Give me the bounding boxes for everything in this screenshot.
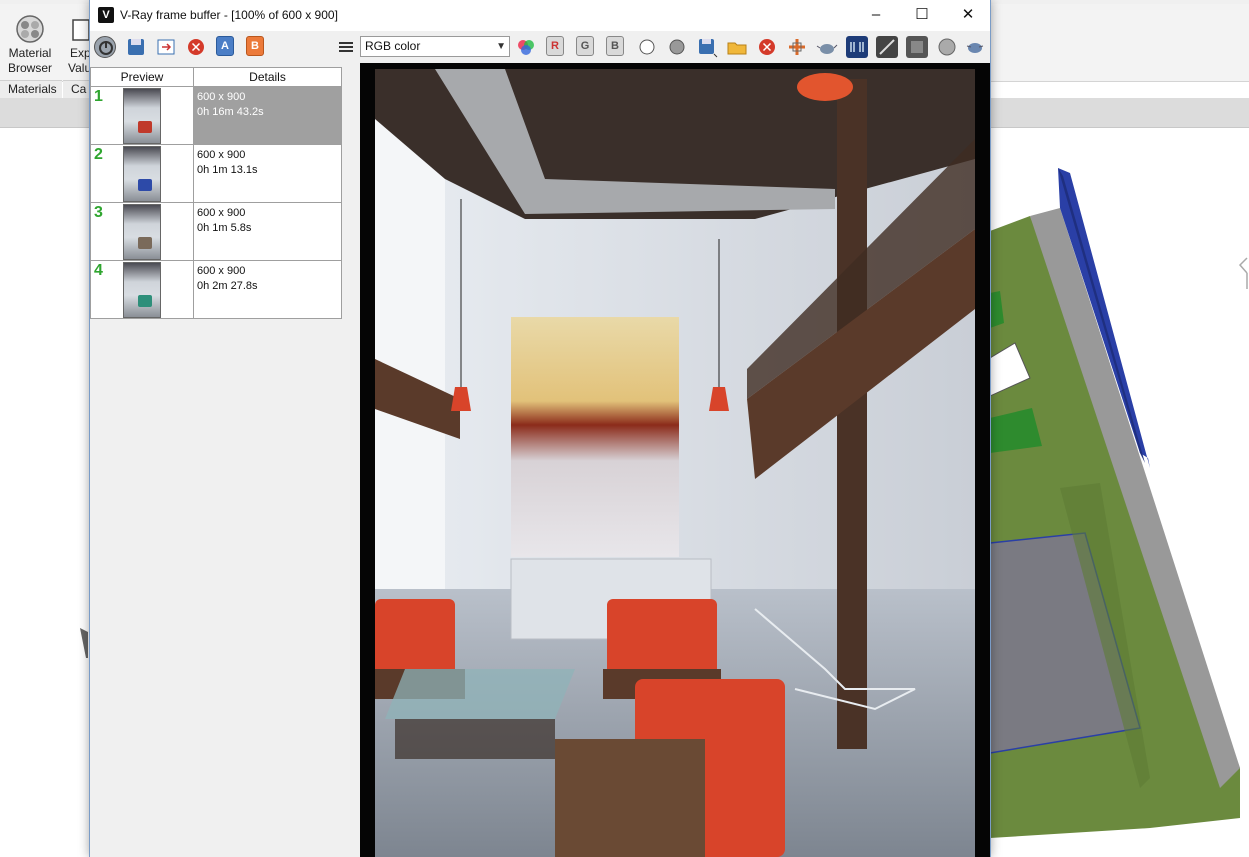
thumbnail-chair [138, 295, 152, 307]
minimize-button[interactable]: – [853, 0, 899, 31]
history-row[interactable]: 2 600 x 900 0h 1m 13.1s [91, 145, 341, 203]
maximize-button[interactable]: ☐ [899, 0, 945, 31]
ribbon-group-ca: Ca [63, 80, 90, 98]
lens-effects-icon[interactable] [846, 36, 868, 58]
compare-b-button[interactable]: B [246, 36, 264, 56]
alpha-white-icon[interactable] [636, 36, 658, 58]
green-channel-button[interactable]: G [576, 36, 594, 56]
material-browser-icon [15, 14, 45, 44]
rgb-channels-icon[interactable] [515, 36, 537, 58]
pendant-lamp-3 [797, 73, 853, 101]
region-render-icon[interactable] [786, 36, 808, 58]
vray-frame-buffer-window: V V-Ray frame buffer - [100% of 600 x 90… [89, 0, 991, 857]
render-view[interactable] [360, 63, 990, 857]
mono-icon[interactable] [666, 36, 688, 58]
vfb-toolbar: A B RGB color ▼ R G B [90, 31, 990, 63]
red-channel-button[interactable]: R [546, 36, 564, 56]
render-teapot-icon[interactable] [816, 36, 838, 58]
history-row-number: 4 [94, 262, 103, 279]
close-button[interactable]: ✕ [945, 0, 991, 31]
history-row[interactable]: 1 600 x 900 0h 16m 43.2s [91, 87, 341, 145]
history-details-cell[interactable]: 600 x 900 0h 16m 43.2s [194, 87, 341, 144]
preview-column-header: Preview [91, 68, 194, 86]
material-browser-label-1: Material [8, 46, 52, 60]
history-render-time: 0h 1m 13.1s [197, 164, 258, 176]
open-folder-icon[interactable] [726, 36, 748, 58]
thumbnail-chair [138, 179, 152, 191]
window-title: V-Ray frame buffer - [100% of 600 x 900] [120, 8, 338, 22]
history-details-cell[interactable]: 600 x 900 0h 1m 13.1s [194, 145, 341, 202]
history-thumbnail[interactable] [123, 146, 161, 202]
levels-icon[interactable] [906, 36, 928, 58]
compare-a-button[interactable]: A [216, 36, 234, 56]
history-details-cell[interactable]: 600 x 900 0h 1m 5.8s [194, 203, 341, 260]
history-resolution: 600 x 900 [197, 265, 246, 277]
history-render-time: 0h 1m 5.8s [197, 222, 252, 234]
vray-logo-icon: V [98, 7, 114, 23]
clear-image-icon[interactable] [185, 36, 207, 58]
material-browser-label-2: Browser [7, 61, 52, 75]
history-render-time: 0h 2m 27.8s [197, 280, 258, 292]
save-all-icon[interactable] [696, 36, 718, 58]
history-toggle-icon[interactable] [335, 36, 357, 58]
blue-channel-button[interactable]: B [606, 36, 624, 56]
render-column [837, 79, 867, 749]
thumbnail-chair [138, 121, 152, 133]
color-correction-icon[interactable] [876, 36, 898, 58]
history-row-number: 1 [94, 88, 103, 105]
stamp-icon[interactable] [936, 36, 958, 58]
chevron-down-icon: ▼ [496, 41, 506, 52]
history-row-number: 3 [94, 204, 103, 221]
site-model[interactable] [990, 128, 1249, 857]
table-base [395, 719, 555, 759]
history-row[interactable]: 3 600 x 900 0h 1m 5.8s [91, 203, 341, 261]
load-image-icon[interactable] [155, 36, 177, 58]
history-resolution: 600 x 900 [197, 207, 246, 219]
render-settings-icon[interactable] [964, 36, 986, 58]
history-resolution: 600 x 900 [197, 91, 246, 103]
details-column-header: Details [249, 70, 286, 84]
history-details-cell[interactable]: 600 x 900 0h 2m 27.8s [194, 261, 341, 318]
channel-select[interactable]: RGB color ▼ [360, 36, 510, 57]
history-thumbnail[interactable] [123, 88, 161, 144]
history-thumbnail[interactable] [123, 204, 161, 260]
history-header: Preview Details [91, 68, 341, 87]
glass-table [385, 669, 575, 719]
vfb-titlebar[interactable]: V V-Ray frame buffer - [100% of 600 x 90… [90, 0, 990, 31]
render-artwork [511, 317, 679, 557]
history-resolution: 600 x 900 [197, 149, 246, 161]
power-icon[interactable] [94, 36, 116, 58]
stop-render-icon[interactable] [756, 36, 778, 58]
history-row[interactable]: 4 600 x 900 0h 2m 27.8s [91, 261, 341, 319]
render-history-panel: Preview Details 1 600 x 900 0h 16m 43.2s 2 6… [90, 67, 342, 319]
material-browser-button[interactable]: Material Browser [6, 14, 54, 76]
channel-select-value: RGB color [365, 39, 421, 53]
history-thumbnail[interactable] [123, 262, 161, 318]
history-preview-cell[interactable]: 2 [91, 145, 194, 202]
save-image-icon[interactable] [125, 36, 147, 58]
render-image[interactable] [375, 69, 975, 857]
ribbon-group-materials: Materials [0, 80, 62, 98]
history-preview-cell[interactable]: 4 [91, 261, 194, 318]
thumbnail-chair [138, 237, 152, 249]
history-preview-cell[interactable]: 3 [91, 203, 194, 260]
history-row-number: 2 [94, 146, 103, 163]
history-render-time: 0h 16m 43.2s [197, 106, 264, 118]
history-preview-cell[interactable]: 1 [91, 87, 194, 144]
